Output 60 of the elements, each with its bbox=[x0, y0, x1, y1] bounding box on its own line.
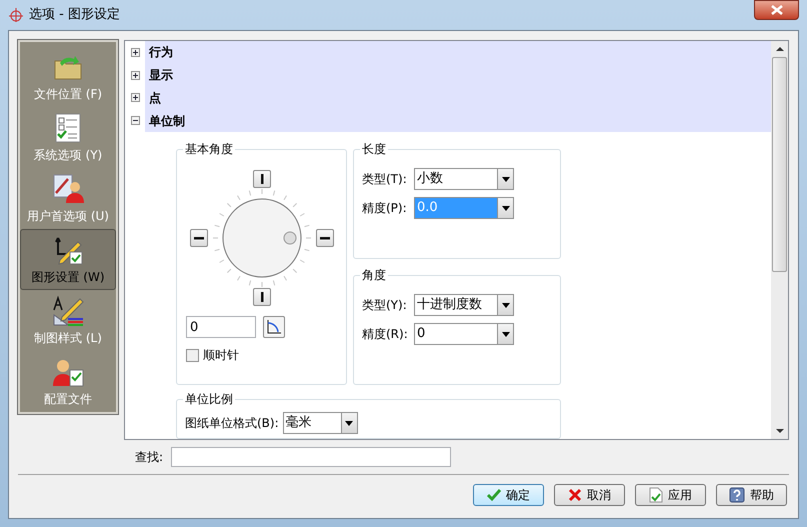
close-icon bbox=[770, 5, 782, 15]
field-label: 图纸单位格式(B): bbox=[185, 415, 279, 432]
app-icon bbox=[8, 7, 24, 23]
group-title: 长度 bbox=[360, 141, 388, 157]
group-title: 基本角度 bbox=[183, 141, 235, 157]
expand-icon[interactable] bbox=[130, 93, 140, 102]
window-title: 选项 - 图形设定 bbox=[29, 6, 120, 24]
angle-direction-button[interactable] bbox=[263, 316, 285, 338]
drafting-style-icon bbox=[52, 294, 84, 326]
expand-icon[interactable] bbox=[130, 70, 140, 80]
clockwise-label: 顺时针 bbox=[203, 347, 239, 364]
dropdown-field[interactable]: 十进制度数 bbox=[414, 294, 514, 316]
caret-icon bbox=[502, 332, 510, 336]
search-field[interactable] bbox=[171, 447, 452, 467]
angle-step-button[interactable] bbox=[252, 288, 270, 306]
angle-step-button[interactable] bbox=[316, 229, 334, 247]
caret-icon bbox=[502, 176, 510, 182]
field-label: 精度(R): bbox=[362, 326, 409, 343]
angle-step-button[interactable] bbox=[252, 170, 270, 188]
arc-icon bbox=[266, 319, 282, 335]
close-button[interactable] bbox=[754, 0, 799, 20]
caret-icon bbox=[502, 206, 510, 210]
field-label: 类型(T): bbox=[362, 171, 408, 188]
sidebar-item-label: 文件位置 (F) bbox=[34, 86, 102, 102]
sidebar-item[interactable]: 图形设置 (W) bbox=[20, 229, 116, 290]
user-pencil-icon bbox=[52, 172, 84, 204]
field-label: 精度(P): bbox=[362, 200, 408, 217]
sidebar-item-label: 系统选项 (Y) bbox=[34, 146, 102, 164]
document-icon bbox=[649, 487, 663, 503]
angle-step-button[interactable] bbox=[190, 229, 208, 247]
angle-input[interactable]: 0 bbox=[186, 316, 256, 338]
caret-icon bbox=[345, 420, 354, 426]
close-icon bbox=[568, 488, 582, 502]
tree-node[interactable]: 点 bbox=[145, 86, 771, 110]
group-title: 角度 bbox=[360, 267, 388, 283]
field-label: 类型(Y): bbox=[362, 297, 408, 314]
collapse-icon[interactable] bbox=[130, 116, 140, 126]
tree-node[interactable]: 行为 bbox=[145, 41, 771, 64]
sidebar-item-label: 图形设置 (W) bbox=[31, 268, 105, 286]
dropdown-field[interactable]: 0 bbox=[414, 323, 514, 345]
expand-icon[interactable] bbox=[130, 48, 140, 57]
group-title: 单位比例 bbox=[183, 391, 235, 407]
tree-node[interactable]: 显示 bbox=[145, 64, 771, 86]
dialog-button[interactable]: 取消 bbox=[554, 484, 625, 506]
dropdown-field[interactable]: 小数 bbox=[414, 168, 514, 190]
tree-node[interactable]: 单位制 bbox=[145, 109, 771, 132]
dropdown-field[interactable]: 毫米 bbox=[282, 412, 358, 434]
scroll-thumb[interactable] bbox=[772, 57, 787, 272]
sidebar-item-label: 用户首选项 (U) bbox=[27, 208, 109, 224]
help-icon bbox=[729, 487, 745, 503]
caret-icon bbox=[502, 302, 510, 308]
sidebar-item-label: 配置文件 bbox=[44, 390, 92, 408]
dialog-button[interactable]: 应用 bbox=[635, 484, 706, 506]
dialog-button[interactable]: 确定 bbox=[473, 484, 544, 506]
clockwise-checkbox[interactable] bbox=[186, 348, 199, 362]
scrollbar[interactable] bbox=[771, 41, 788, 439]
sidebar-item-label: 制图样式 (L) bbox=[34, 330, 102, 346]
check-icon bbox=[487, 488, 501, 502]
dialog-button[interactable]: 帮助 bbox=[716, 484, 787, 506]
search-label: 查找: bbox=[135, 449, 164, 466]
